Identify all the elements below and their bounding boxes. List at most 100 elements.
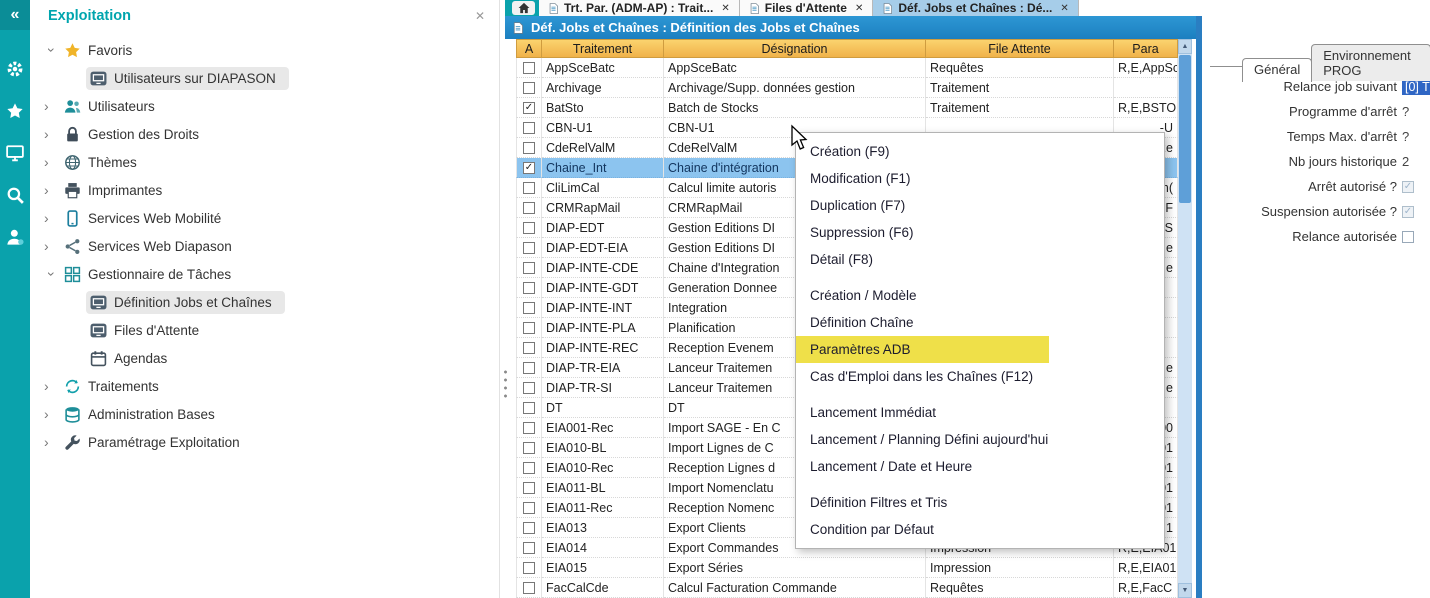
sidebar-item-gestionnaire-de-taches[interactable]: ›Gestionnaire de Tâches xyxy=(30,260,499,288)
sidebar-item-themes[interactable]: ›Thèmes xyxy=(30,148,499,176)
search-button[interactable] xyxy=(0,180,30,210)
column-header-para[interactable]: Para xyxy=(1114,39,1178,58)
row-checkbox[interactable] xyxy=(523,542,535,554)
column-header-a[interactable]: A xyxy=(516,39,542,58)
row-checkbox[interactable] xyxy=(523,182,535,194)
sidebar-item-traitements[interactable]: ›Traitements xyxy=(30,372,499,400)
row-checkbox[interactable] xyxy=(523,202,535,214)
row-checkbox[interactable]: ✓ xyxy=(523,102,535,114)
row-checkbox[interactable] xyxy=(523,502,535,514)
column-header-file-attente[interactable]: File Attente xyxy=(926,39,1114,58)
row-checkbox[interactable] xyxy=(523,382,535,394)
field-value[interactable]: 2 xyxy=(1402,154,1409,169)
table-row-faccalcde[interactable]: FacCalCdeCalcul Facturation CommandeRequ… xyxy=(516,578,1178,598)
chevron-right-icon[interactable]: › xyxy=(44,154,60,170)
menu-item-creation-f9[interactable]: Création (F9) xyxy=(796,138,1164,165)
row-checkbox[interactable] xyxy=(523,82,535,94)
table-row-eia015[interactable]: EIA015Export SériesImpressionR,E,EIA01 xyxy=(516,558,1178,578)
chevron-down-icon[interactable]: › xyxy=(44,266,60,282)
sidebar-item-utilisateurs[interactable]: ›Utilisateurs xyxy=(30,92,499,120)
row-checkbox[interactable] xyxy=(523,122,535,134)
row-checkbox[interactable] xyxy=(523,582,535,594)
menu-item-lancement-immediat[interactable]: Lancement Immédiat xyxy=(796,399,1164,426)
scrollbar-up-icon[interactable]: ▲ xyxy=(1178,39,1192,54)
field-checkbox[interactable] xyxy=(1402,231,1414,243)
sidebar-item-utilisateurs-sur-diapason[interactable]: Utilisateurs sur DIAPASON xyxy=(30,64,499,92)
close-panel-icon[interactable]: ✕ xyxy=(475,9,485,23)
row-checkbox[interactable] xyxy=(523,402,535,414)
scrollbar-thumb[interactable] xyxy=(1179,55,1191,203)
properties-tab-environnement-prog[interactable]: Environnement PROG xyxy=(1311,44,1430,81)
row-checkbox[interactable] xyxy=(523,302,535,314)
sidebar-item-parametrage-exploitation[interactable]: ›Paramétrage Exploitation xyxy=(30,428,499,456)
column-header-designation[interactable]: Désignation xyxy=(664,39,926,58)
menu-item-cas-d-emploi-dans-les-chaines-f12[interactable]: Cas d'Emploi dans les Chaînes (F12) xyxy=(796,363,1164,390)
row-checkbox[interactable] xyxy=(523,222,535,234)
row-checkbox[interactable] xyxy=(523,442,535,454)
star-button[interactable] xyxy=(0,96,30,126)
properties-tab-general[interactable]: Général xyxy=(1242,58,1312,82)
row-checkbox[interactable] xyxy=(523,242,535,254)
row-checkbox[interactable] xyxy=(523,482,535,494)
sidebar-item-agendas[interactable]: Agendas xyxy=(30,344,499,372)
table-row-batsto[interactable]: ✓BatStoBatch de StocksTraitementR,E,BSTO xyxy=(516,98,1178,118)
collapse-panel-button[interactable]: « xyxy=(0,0,30,30)
chevron-down-icon[interactable]: › xyxy=(44,42,60,58)
chevron-right-icon[interactable]: › xyxy=(44,238,60,254)
menu-item-modification-f1[interactable]: Modification (F1) xyxy=(796,165,1164,192)
vertical-scrollbar[interactable]: ▲ ▼ xyxy=(1178,39,1192,598)
menu-item-lancement-planning-defini-aujourd-hui[interactable]: Lancement / Planning Défini aujourd'hui xyxy=(796,426,1164,453)
menu-item-condition-par-defaut[interactable]: Condition par Défaut xyxy=(796,516,1164,543)
sidebar-item-files-d-attente[interactable]: Files d'Attente xyxy=(30,316,499,344)
row-checkbox[interactable] xyxy=(523,282,535,294)
row-checkbox[interactable] xyxy=(523,362,535,374)
menu-item-duplication-f7[interactable]: Duplication (F7) xyxy=(796,192,1164,219)
sidebar-item-definition-jobs-et-chaines[interactable]: Définition Jobs et Chaînes xyxy=(30,288,499,316)
sidebar-item-services-web-mobilite[interactable]: ›Services Web Mobilité xyxy=(30,204,499,232)
row-checkbox[interactable] xyxy=(523,422,535,434)
tab-close-icon[interactable]: ✕ xyxy=(1060,3,1068,14)
gear-button[interactable] xyxy=(0,54,30,84)
field-value[interactable]: ? xyxy=(1402,129,1409,144)
menu-item-definition-chaine[interactable]: Définition Chaîne xyxy=(796,309,1164,336)
tab-trt-par-adm-ap-trait[interactable]: Trt. Par. (ADM-AP) : Trait...✕ xyxy=(539,0,740,16)
table-row-appscebatc[interactable]: AppSceBatcAppSceBatcRequêtesR,E,AppSc xyxy=(516,58,1178,78)
sidebar-item-imprimantes[interactable]: ›Imprimantes xyxy=(30,176,499,204)
tab-def-jobs-et-chaines-de[interactable]: Déf. Jobs et Chaînes : Dé...✕ xyxy=(873,0,1078,16)
chevron-right-icon[interactable]: › xyxy=(44,210,60,226)
tab-close-icon[interactable]: ✕ xyxy=(721,3,729,14)
menu-item-parametres-adb[interactable]: Paramètres ADB xyxy=(796,336,1164,363)
chevron-right-icon[interactable]: › xyxy=(44,182,60,198)
row-checkbox[interactable]: ✓ xyxy=(523,162,535,174)
chevron-right-icon[interactable]: › xyxy=(44,98,60,114)
menu-item-detail-f8[interactable]: Détail (F8) xyxy=(796,246,1164,273)
column-header-traitement[interactable]: Traitement xyxy=(542,39,664,58)
chevron-right-icon[interactable]: › xyxy=(44,434,60,450)
scrollbar-track[interactable] xyxy=(1178,204,1192,583)
tab-files-d-attente[interactable]: Files d'Attente✕ xyxy=(740,0,874,16)
home-button[interactable] xyxy=(512,1,535,15)
row-checkbox[interactable] xyxy=(523,342,535,354)
chevron-right-icon[interactable]: › xyxy=(44,406,60,422)
menu-item-lancement-date-et-heure[interactable]: Lancement / Date et Heure xyxy=(796,453,1164,480)
row-checkbox[interactable] xyxy=(523,462,535,474)
menu-item-suppression-f6[interactable]: Suppression (F6) xyxy=(796,219,1164,246)
menu-item-creation-modele[interactable]: Création / Modèle xyxy=(796,282,1164,309)
row-checkbox[interactable] xyxy=(523,262,535,274)
sidebar-item-services-web-diapason[interactable]: ›Services Web Diapason xyxy=(30,232,499,260)
table-row-archivage[interactable]: ArchivageArchivage/Supp. données gestion… xyxy=(516,78,1178,98)
monitor-button[interactable] xyxy=(0,138,30,168)
panel-resize-grip[interactable] xyxy=(503,368,508,402)
field-value[interactable]: ? xyxy=(1402,104,1409,119)
row-checkbox[interactable] xyxy=(523,142,535,154)
chevron-right-icon[interactable]: › xyxy=(44,378,60,394)
scrollbar-down-icon[interactable]: ▼ xyxy=(1178,583,1192,598)
tab-close-icon[interactable]: ✕ xyxy=(855,3,863,14)
chevron-right-icon[interactable]: › xyxy=(44,126,60,142)
person-button[interactable] xyxy=(0,222,30,252)
row-checkbox[interactable] xyxy=(523,62,535,74)
row-checkbox[interactable] xyxy=(523,322,535,334)
sidebar-item-administration-bases[interactable]: ›Administration Bases xyxy=(30,400,499,428)
sidebar-item-favoris[interactable]: ›Favoris xyxy=(30,36,499,64)
menu-item-definition-filtres-et-tris[interactable]: Définition Filtres et Tris xyxy=(796,489,1164,516)
